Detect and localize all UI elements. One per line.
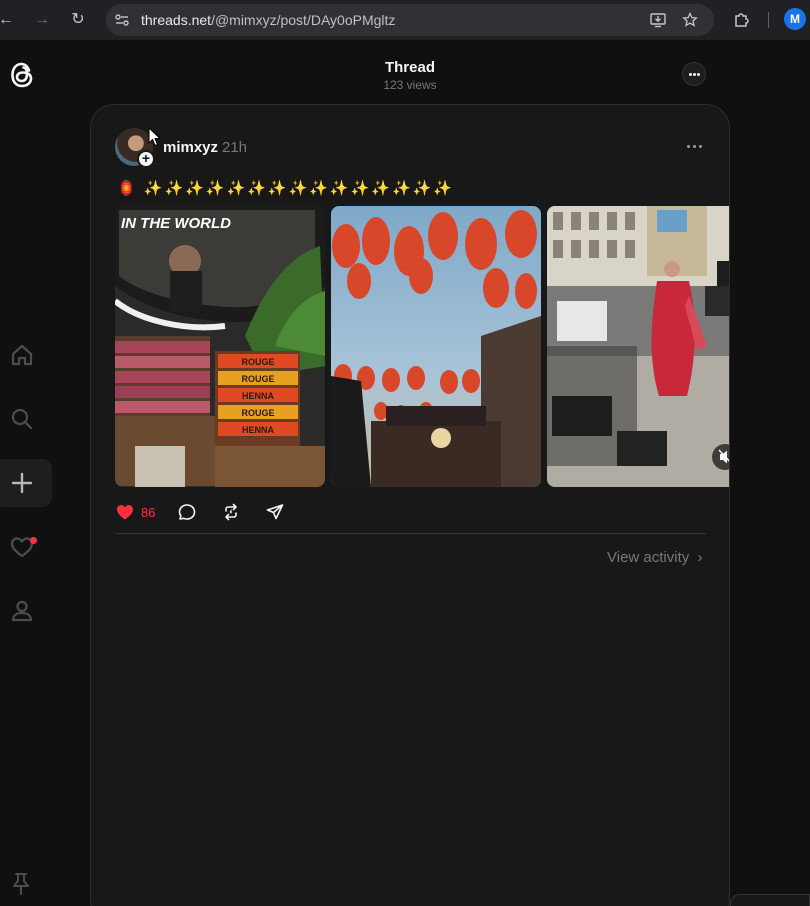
reload-icon[interactable]: ↻ bbox=[68, 10, 88, 30]
chevron-right-icon: › bbox=[697, 549, 703, 566]
post-timestamp[interactable]: 21h bbox=[222, 139, 247, 156]
comment-button[interactable] bbox=[177, 501, 197, 523]
more-icon bbox=[687, 145, 690, 148]
more-dot bbox=[693, 73, 696, 76]
view-activity-label: View activity bbox=[607, 549, 690, 566]
view-activity-link[interactable]: View activity › bbox=[607, 549, 702, 566]
post-actions: 86 bbox=[115, 501, 315, 525]
post-image-2[interactable] bbox=[331, 206, 541, 487]
extensions-icon[interactable] bbox=[732, 10, 752, 30]
site-settings-icon[interactable] bbox=[114, 12, 130, 28]
follow-plus-icon[interactable]: + bbox=[137, 150, 155, 168]
pin-icon[interactable] bbox=[10, 872, 32, 896]
more-dot bbox=[693, 145, 696, 148]
like-button[interactable]: 86 bbox=[115, 501, 155, 523]
post-card: + mimxyz 21h 🏮 ✨✨✨✨✨✨✨✨✨✨✨✨✨✨✨ IN THE WO… bbox=[90, 104, 730, 906]
install-app-icon[interactable] bbox=[650, 12, 666, 28]
share-icon bbox=[266, 504, 284, 520]
book-label: ROUGE bbox=[241, 408, 274, 418]
book-label: HENNA bbox=[242, 391, 275, 401]
mouse-cursor-icon bbox=[148, 127, 162, 147]
url-path: /@mimxyz/post/DAy0oPMgltz bbox=[211, 12, 396, 28]
notification-dot bbox=[30, 537, 37, 544]
post-more-button[interactable] bbox=[687, 145, 703, 149]
back-icon[interactable]: ← bbox=[0, 10, 16, 30]
home-icon[interactable] bbox=[8, 341, 36, 369]
repost-icon bbox=[225, 503, 237, 521]
divider bbox=[115, 533, 706, 534]
create-icon[interactable] bbox=[8, 469, 36, 497]
forward-icon[interactable]: → bbox=[32, 10, 52, 30]
left-nav bbox=[0, 40, 60, 906]
more-icon bbox=[689, 73, 692, 76]
heart-filled-icon bbox=[117, 505, 133, 520]
like-count: 86 bbox=[141, 504, 156, 520]
post-image-1[interactable]: IN THE WORLD ROUGE ROUGE HENNA ROUGE HEN… bbox=[115, 206, 325, 487]
address-bar[interactable]: threads.net/@mimxyz/post/DAy0oPMgltz bbox=[106, 4, 714, 36]
mute-button[interactable] bbox=[712, 444, 729, 470]
share-button[interactable] bbox=[265, 501, 285, 523]
media-carousel[interactable]: IN THE WORLD ROUGE ROUGE HENNA ROUGE HEN… bbox=[115, 206, 729, 487]
profile-icon[interactable] bbox=[8, 597, 36, 625]
url-text: threads.net/@mimxyz/post/DAy0oPMgltz bbox=[141, 12, 395, 28]
book-label: HENNA bbox=[242, 425, 275, 435]
mute-icon bbox=[718, 449, 729, 464]
more-dot bbox=[699, 145, 702, 148]
comment-icon bbox=[178, 504, 196, 520]
toolbar-divider bbox=[768, 12, 769, 28]
more-dot bbox=[697, 73, 700, 76]
image-overlay-text: IN THE WORLD bbox=[121, 215, 231, 232]
book-label: ROUGE bbox=[241, 357, 274, 367]
repost-button[interactable] bbox=[221, 501, 241, 523]
bookmark-star-icon[interactable] bbox=[682, 12, 698, 28]
bottom-panel-edge bbox=[730, 894, 810, 906]
browser-toolbar: ← → ↻ threads.net/@mimxyz/post/DAy0oPMgl… bbox=[0, 0, 810, 40]
post-username[interactable]: mimxyz bbox=[163, 139, 218, 156]
profile-avatar-button[interactable]: M bbox=[784, 8, 806, 30]
post-image-3[interactable] bbox=[547, 206, 729, 487]
url-domain: threads.net bbox=[141, 12, 212, 28]
header-more-button[interactable] bbox=[682, 62, 706, 86]
search-icon[interactable] bbox=[8, 405, 36, 433]
post-text: 🏮 ✨✨✨✨✨✨✨✨✨✨✨✨✨✨✨ bbox=[117, 180, 454, 197]
book-label: ROUGE bbox=[241, 374, 274, 384]
